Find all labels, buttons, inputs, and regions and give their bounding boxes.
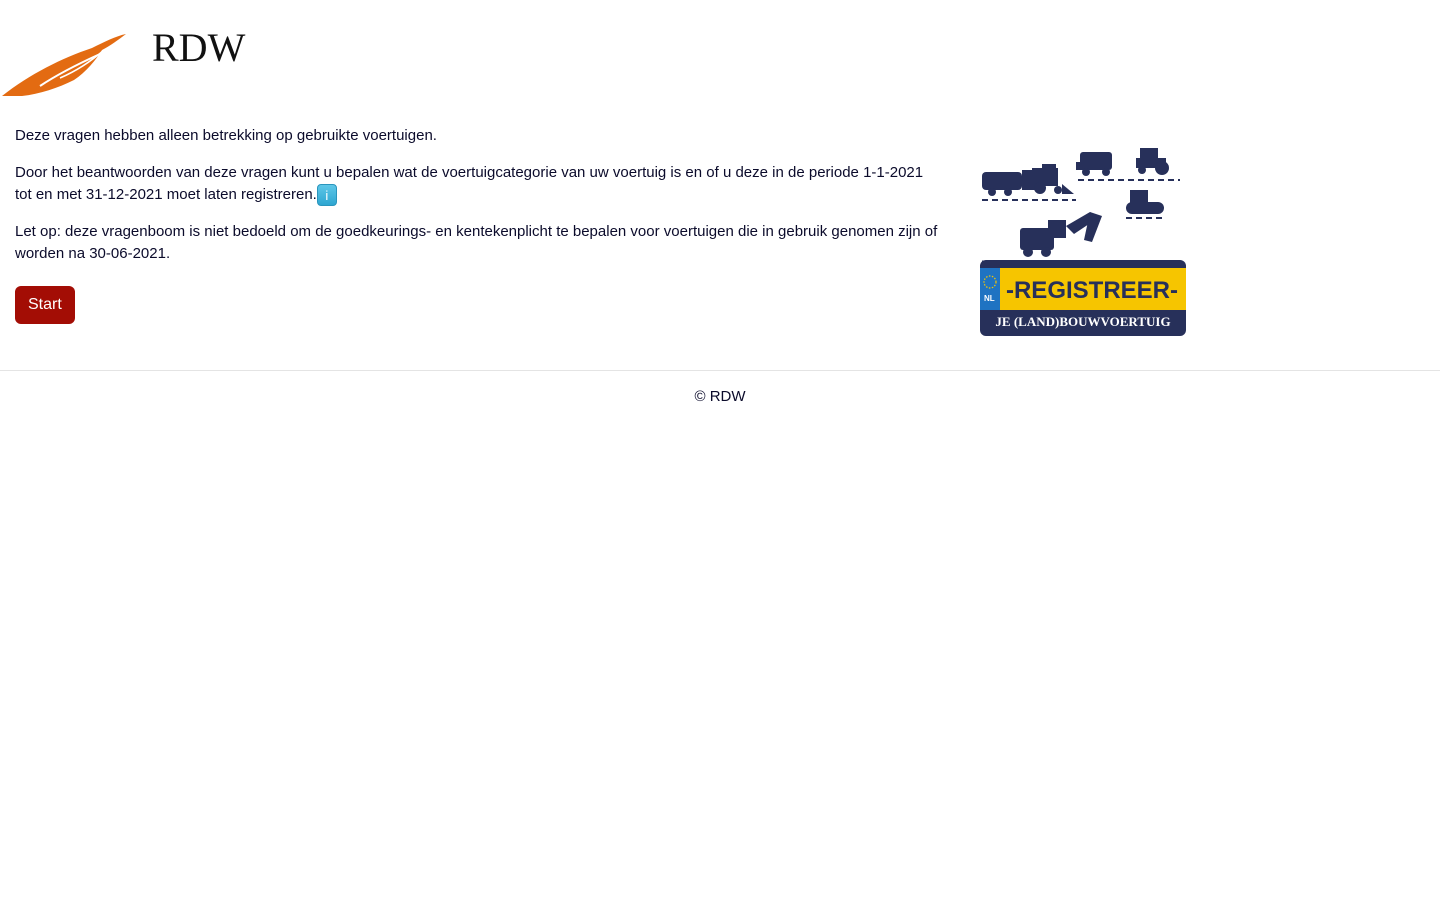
header: RDW [0,0,1440,110]
rdw-feather-icon [2,34,126,96]
info-button[interactable]: i [316,184,337,207]
truck-icon [982,170,1036,196]
intro-text: Deze vragen hebben alleen betrekking op … [15,127,437,144]
description-text: Door het beantwoorden van deze vragen ku… [15,164,924,203]
registreer-promo-image: NL -REGISTREER- JE (LAND)BOUWVOERTUIG [980,148,1186,336]
description-paragraph: Door het beantwoorden van deze vragen ku… [15,162,940,207]
crawler-icon [1126,190,1164,214]
main-content: Deze vragen hebben alleen betrekking op … [15,125,940,325]
footer-copyright: © RDW [694,388,746,405]
rdw-logo-text: RDW [152,25,246,70]
footer-divider [0,370,1440,371]
plate-country: NL [984,294,995,303]
small-tractor-icon [1136,148,1169,175]
harvester-icon [1076,152,1112,176]
tractor-icon [1032,164,1074,194]
plate-text: -REGISTREER- [1006,277,1178,304]
note-text: Let op: deze vragenboom is niet bedoeld … [15,223,938,263]
promo-tagline: JE (LAND)BOUWVOERTUIG [995,314,1170,329]
excavator-icon [1020,212,1102,257]
start-button[interactable]: Start [15,286,75,325]
